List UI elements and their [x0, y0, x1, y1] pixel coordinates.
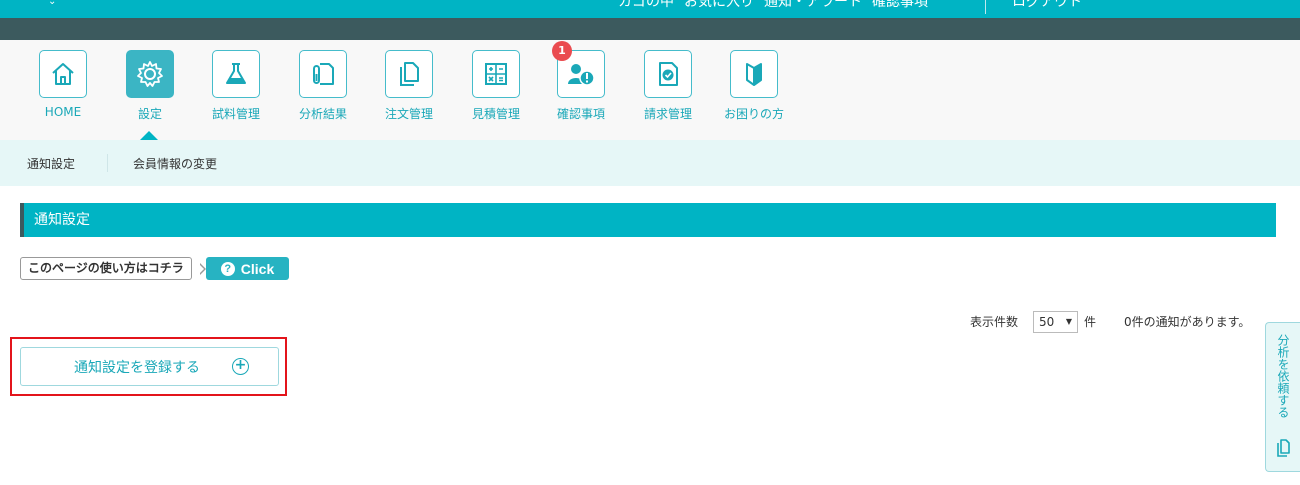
help-click-button[interactable]: ? Click	[206, 257, 289, 280]
subnav-item-notification-settings[interactable]: 通知設定	[27, 155, 75, 172]
cart-link[interactable]: カゴの中	[618, 0, 674, 11]
nav-label: お困りの方	[723, 107, 784, 121]
nav-label: 注文管理	[384, 107, 433, 121]
flask-icon	[212, 50, 260, 98]
request-analysis-tab[interactable]: 分析を依頼する	[1265, 322, 1300, 472]
notification-count-message: 0件の通知があります。	[1124, 315, 1251, 329]
logout-link[interactable]: ログアウト	[1012, 0, 1082, 11]
invoice-check-icon	[644, 50, 692, 98]
per-page-select[interactable]: 50 ▼	[1033, 311, 1078, 333]
top-links: カゴの中 お気に入り 通知・アラート 確認事項	[618, 0, 928, 11]
nav-label: HOME	[44, 105, 82, 119]
nav-item-estimates[interactable]: 見積管理	[456, 50, 536, 122]
main-nav: HOME 設定 試料管理 分析結果 注文管理 見積管理 1 確認事項 請求管理 …	[0, 40, 1300, 146]
notification-alert-link[interactable]: 通知・アラート	[764, 0, 862, 11]
per-page-value: 50	[1039, 315, 1055, 329]
nav-item-billing[interactable]: 請求管理	[628, 50, 708, 122]
nav-item-samples[interactable]: 試料管理	[196, 50, 276, 122]
question-icon: ?	[220, 261, 235, 276]
nav-item-orders[interactable]: 注文管理	[369, 50, 449, 122]
sub-nav: 通知設定 会員情報の変更	[0, 140, 1300, 186]
copy-documents-icon	[385, 50, 433, 98]
copy-documents-icon	[1276, 439, 1291, 461]
per-page-label: 表示件数	[970, 315, 1019, 329]
register-notification-label: 通知設定を登録する	[74, 359, 200, 376]
nav-item-help[interactable]: お困りの方	[714, 50, 794, 122]
header-band	[0, 18, 1300, 40]
confirmation-link[interactable]: 確認事項	[872, 0, 928, 11]
home-icon	[39, 50, 87, 98]
help-label-pointer-inner	[199, 264, 204, 274]
calculator-icon	[472, 50, 520, 98]
help-click-label: Click	[240, 260, 275, 277]
nav-item-confirmations[interactable]: 1 確認事項	[541, 41, 621, 122]
chevron-down-icon[interactable]: ⌄	[48, 0, 58, 7]
plus-circle-icon: +	[232, 358, 249, 375]
request-analysis-label: 分析を依頼する	[1276, 334, 1290, 418]
nav-label: 設定	[137, 107, 162, 121]
nav-label: 請求管理	[643, 107, 692, 121]
gear-icon	[126, 50, 174, 98]
help-label: このページの使い方はコチラ	[20, 257, 192, 280]
nav-label: 分析結果	[298, 107, 347, 121]
page-title: 通知設定	[20, 203, 1276, 237]
nav-item-results[interactable]: 分析結果	[283, 50, 363, 122]
per-page-unit: 件	[1084, 315, 1097, 329]
nav-item-settings[interactable]: 設定	[110, 50, 190, 122]
top-bar: ⌄ カゴの中 お気に入り 通知・アラート 確認事項 ログアウト	[0, 0, 1300, 18]
subnav-divider	[107, 154, 108, 172]
beginner-mark-icon	[730, 50, 778, 98]
subnav-item-member-info[interactable]: 会員情報の変更	[133, 155, 217, 172]
favorites-link[interactable]: お気に入り	[684, 0, 754, 11]
nav-label: 見積管理	[471, 107, 520, 121]
notification-badge: 1	[552, 41, 572, 61]
nav-label: 確認事項	[556, 107, 605, 121]
nav-item-home[interactable]: HOME	[23, 50, 103, 119]
top-divider	[985, 0, 986, 14]
user-alert-icon: 1	[552, 41, 605, 98]
test-tube-document-icon	[299, 50, 347, 98]
dropdown-arrow-icon: ▼	[1065, 317, 1072, 326]
register-notification-button[interactable]: 通知設定を登録する +	[20, 347, 279, 386]
nav-label: 試料管理	[211, 107, 260, 121]
